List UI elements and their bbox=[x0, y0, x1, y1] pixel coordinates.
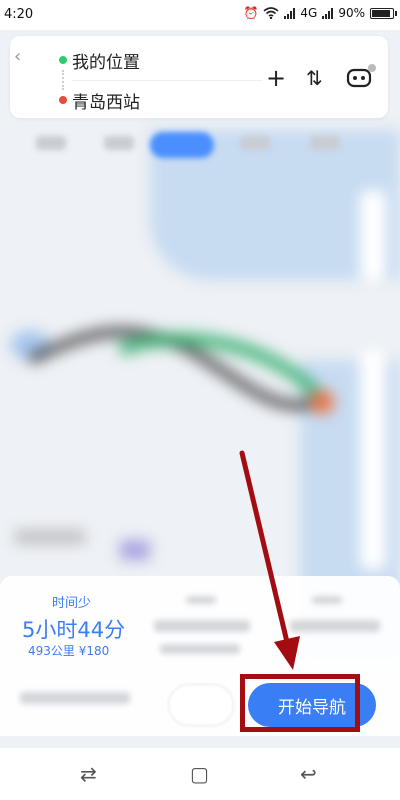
signal-icon-2 bbox=[322, 7, 334, 19]
back-icon[interactable]: ‹ bbox=[14, 46, 21, 67]
back-nav-icon[interactable]: ↩ bbox=[300, 762, 317, 786]
signal-icon bbox=[284, 7, 296, 19]
menu-icon[interactable]: ⇄ bbox=[80, 762, 97, 786]
plan-placeholder bbox=[154, 620, 250, 632]
travel-mode-tabs[interactable] bbox=[0, 128, 400, 164]
network-type: 4G bbox=[300, 6, 318, 20]
route-card bbox=[10, 36, 388, 118]
status-icons: ⏰ 4G 90% bbox=[243, 6, 397, 20]
add-waypoint-button[interactable]: + bbox=[266, 66, 286, 90]
status-time: 4:20 bbox=[4, 7, 34, 22]
battery-percent: 90% bbox=[338, 6, 365, 20]
status-bar: 4:20 ⏰ 4G 90% bbox=[0, 0, 400, 30]
plan-distance-cost: 493公里 ¥180 bbox=[28, 644, 110, 658]
route-divider bbox=[72, 80, 262, 81]
assistant-icon[interactable] bbox=[344, 62, 378, 92]
plan-placeholder bbox=[186, 596, 216, 604]
plan-label: 时间少 bbox=[52, 596, 92, 611]
wifi-icon bbox=[263, 7, 279, 19]
destination-field[interactable]: 青岛西站 bbox=[72, 88, 140, 113]
tab-mode-5[interactable] bbox=[310, 136, 340, 150]
origin-dot-icon bbox=[59, 56, 67, 64]
swap-route-button[interactable]: ⇅ bbox=[306, 66, 323, 90]
tab-mode-2[interactable] bbox=[104, 136, 134, 150]
alarm-icon: ⏰ bbox=[243, 6, 259, 20]
origin-field[interactable]: 我的位置 bbox=[72, 48, 140, 73]
home-icon[interactable]: ▢ bbox=[190, 762, 209, 786]
tab-mode-active[interactable] bbox=[150, 132, 214, 158]
annotation-highlight-box bbox=[240, 674, 360, 732]
tab-mode-4[interactable] bbox=[240, 136, 270, 150]
tab-mode-1[interactable] bbox=[36, 136, 66, 150]
route-connector bbox=[62, 70, 64, 90]
plan-placeholder bbox=[290, 620, 380, 632]
system-nav-bar: ⇄ ▢ ↩ bbox=[0, 748, 400, 800]
plan-duration[interactable]: 5小时44分 bbox=[22, 614, 125, 644]
destination-dot-icon bbox=[59, 96, 67, 104]
route-preview-button[interactable] bbox=[168, 684, 234, 726]
plan-placeholder bbox=[160, 644, 240, 654]
plan-placeholder bbox=[312, 596, 342, 604]
plan-placeholder bbox=[20, 692, 130, 704]
battery-icon bbox=[370, 7, 397, 19]
